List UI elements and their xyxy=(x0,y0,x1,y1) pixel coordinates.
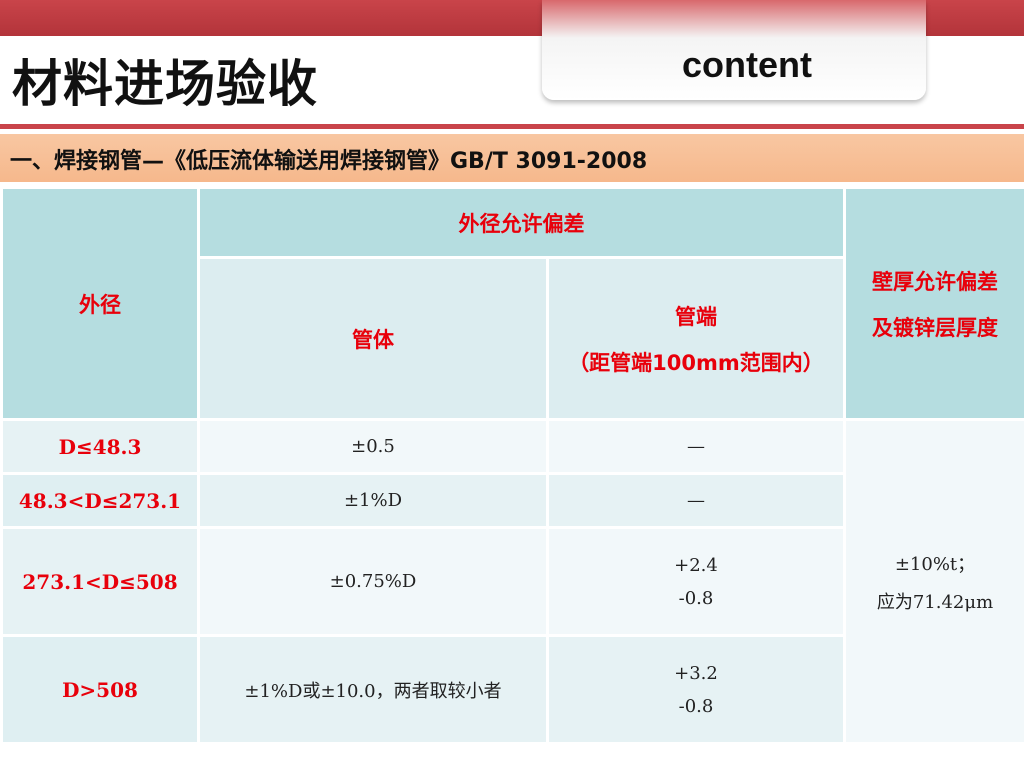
title-divider xyxy=(0,124,1024,129)
header-outer-diameter: 外径 xyxy=(0,186,200,421)
row-od-cell: 48.3<D≤273.1 xyxy=(0,472,200,529)
header-pipe-end: 管端 （距管端100mm范围内） xyxy=(546,256,846,421)
row-end-cell: +2.4 -0.8 xyxy=(546,526,846,637)
row-od-cell: D≤48.3 xyxy=(0,418,200,475)
header-od-tolerance: 外径允许偏差 xyxy=(197,186,846,259)
row-end-cell: — xyxy=(546,472,846,529)
row-end-line1: +3.2 xyxy=(674,662,718,684)
row-od-cell: D>508 xyxy=(0,634,200,745)
row-body-cell: ±1%D xyxy=(197,472,549,529)
row-end-line1: +2.4 xyxy=(674,554,718,576)
content-tab-label: content xyxy=(682,44,812,85)
row-body-cell: ±1%D或±10.0，两者取较小者 xyxy=(197,634,549,745)
header-pipe-end-note: （距管端100mm范围内） xyxy=(568,350,824,375)
table-row: D≤48.3 ±0.5 — ±10%t； 应为71.42μm xyxy=(0,418,1024,745)
section-subtitle: 一、焊接钢管—《低压流体输送用焊接钢管》GB/T 3091-2008 xyxy=(10,149,648,174)
page-title: 材料进场验收 xyxy=(12,55,318,113)
header-pipe-end-label: 管端 xyxy=(675,304,717,329)
header-wall-line1: 壁厚允许偏差 xyxy=(872,269,998,294)
row-end-line2: -0.8 xyxy=(678,695,714,717)
tolerance-table: 外径 外径允许偏差 壁厚允许偏差 及镀锌层厚度 管体 管端 （距管端100mm范… xyxy=(0,186,1024,745)
header-wall-line2: 及镀锌层厚度 xyxy=(872,315,998,340)
row-body-cell: ±0.75%D xyxy=(197,526,549,637)
wall-value-line2: 应为71.42μm xyxy=(876,591,994,613)
row-end-line2: -0.8 xyxy=(678,587,714,609)
row-end-cell: +3.2 -0.8 xyxy=(546,634,846,745)
row-body-cell: ±0.5 xyxy=(197,418,549,475)
header-wall-thickness: 壁厚允许偏差 及镀锌层厚度 xyxy=(843,186,1024,421)
wall-value-line1: ±10%t； xyxy=(894,553,976,575)
wall-thickness-value: ±10%t； 应为71.42μm xyxy=(843,418,1024,745)
row-od-cell: 273.1<D≤508 xyxy=(0,526,200,637)
row-end-cell: — xyxy=(546,418,846,475)
header-pipe-body: 管体 xyxy=(197,256,549,421)
